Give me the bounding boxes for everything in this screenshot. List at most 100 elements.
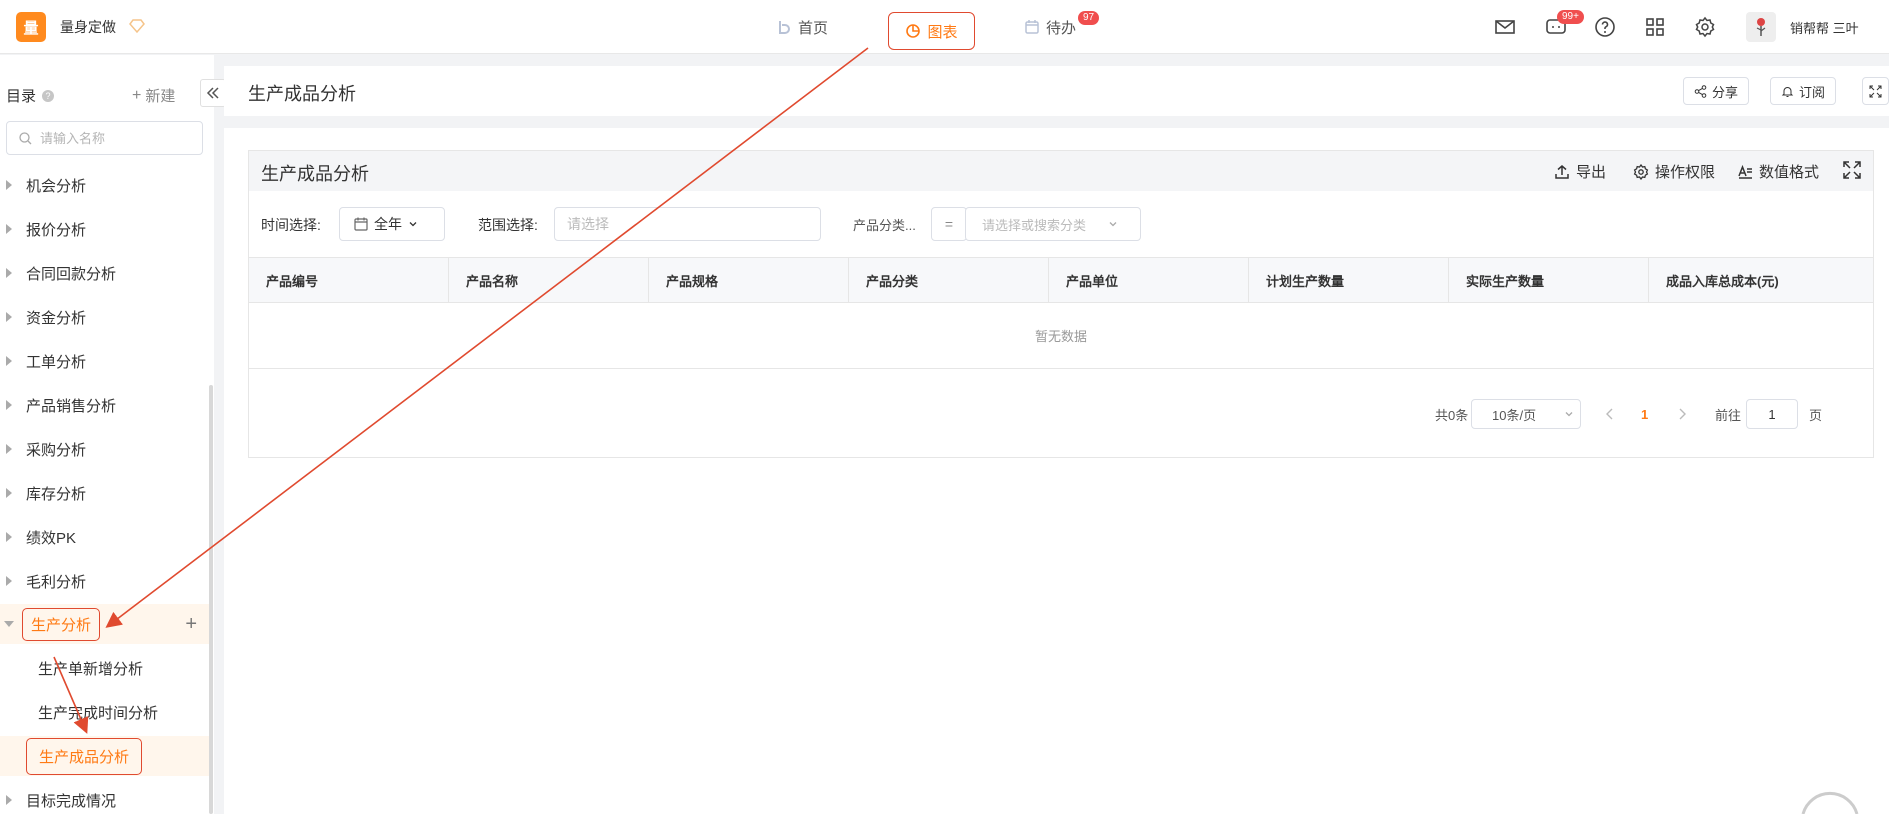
- tree-item-label: 合同回款分析: [26, 265, 117, 283]
- page-size-select[interactable]: 10条/页: [1471, 399, 1581, 429]
- time-select[interactable]: 全年: [339, 207, 445, 241]
- todo-badge: 97: [1078, 11, 1100, 25]
- column-header[interactable]: 成品入库总成本(元): [1649, 258, 1873, 302]
- permission-label: 操作权限: [1655, 164, 1716, 181]
- column-header[interactable]: 产品分类: [849, 258, 1049, 302]
- apps-button[interactable]: [1644, 16, 1666, 38]
- collapse-sidebar-button[interactable]: [200, 79, 226, 107]
- column-header[interactable]: 产品单位: [1049, 258, 1249, 302]
- tree-item-label: 毛利分析: [26, 573, 87, 591]
- tree-item[interactable]: 目标完成情况: [0, 780, 209, 814]
- app-title[interactable]: 量身定做: [60, 17, 116, 37]
- new-button[interactable]: + 新建: [132, 85, 175, 106]
- user-name[interactable]: 销帮帮 三叶: [1790, 18, 1859, 37]
- sidebar: 目录 ? + 新建 机会分析 报价分析 合同回款分析 资金分析 工单分析 产品销…: [0, 55, 226, 814]
- page-unit-label: 页: [1809, 407, 1823, 423]
- app-logo[interactable]: 量: [16, 12, 46, 42]
- settings-button[interactable]: [1694, 16, 1716, 38]
- chart-icon: [906, 24, 921, 38]
- card-fullscreen-button[interactable]: [1843, 161, 1861, 179]
- prev-page-button[interactable]: [1605, 399, 1615, 429]
- total-count: 共0条: [1435, 407, 1469, 423]
- report-content: 生产成品分析 导出 操作权限 数值格式 时间选择: 全年 范围选择: 请选择 产…: [224, 128, 1889, 814]
- new-label: 新建: [145, 88, 176, 105]
- nav-home[interactable]: 首页: [776, 15, 828, 39]
- top-bar: 量 量身定做 首页 图表 待办 97 99+ 销帮帮 三叶: [0, 0, 1889, 54]
- avatar[interactable]: [1746, 12, 1776, 42]
- fullscreen-button[interactable]: [1862, 77, 1889, 105]
- caret-right-icon: [6, 576, 12, 586]
- help-icon: [1595, 17, 1615, 37]
- nav-todo[interactable]: 待办 97: [1024, 11, 1100, 39]
- column-header[interactable]: 产品规格: [649, 258, 849, 302]
- nav-home-label: 首页: [798, 19, 829, 37]
- column-header[interactable]: 实际生产数量: [1449, 258, 1649, 302]
- catalog-header: 目录 ?: [6, 85, 55, 106]
- category-filter-label: 产品分类...: [853, 218, 916, 233]
- mail-button[interactable]: [1494, 16, 1516, 38]
- caret-right-icon: [6, 532, 12, 542]
- next-page-button[interactable]: [1677, 399, 1687, 429]
- permission-button[interactable]: 操作权限: [1633, 161, 1715, 182]
- tree-child-item[interactable]: 生产单新增分析: [0, 648, 209, 688]
- nav-chart-label: 图表: [927, 23, 958, 41]
- column-header[interactable]: 产品名称: [449, 258, 649, 302]
- calendar-icon: [1025, 20, 1039, 34]
- table-header-row: 产品编号 产品名称 产品规格 产品分类 产品单位 计划生产数量 实际生产数量 成…: [249, 257, 1873, 303]
- caret-right-icon: [6, 444, 12, 454]
- chevron-left-icon: [1606, 408, 1613, 420]
- tree-item[interactable]: 机会分析: [0, 165, 209, 205]
- nav-chart[interactable]: 图表: [888, 12, 975, 50]
- category-select[interactable]: 请选择或搜索分类: [965, 207, 1141, 241]
- tree-item[interactable]: 资金分析: [0, 297, 209, 337]
- caret-right-icon: [6, 268, 12, 278]
- caret-right-icon: [6, 224, 12, 234]
- goto-page-input[interactable]: 1: [1746, 399, 1798, 429]
- column-header[interactable]: 计划生产数量: [1249, 258, 1449, 302]
- subscribe-button[interactable]: 订阅: [1770, 77, 1837, 105]
- category-operator-select[interactable]: =: [931, 207, 967, 241]
- tree-item[interactable]: 报价分析: [0, 209, 209, 249]
- message-button[interactable]: 99+: [1545, 10, 1584, 38]
- column-header[interactable]: 产品编号: [249, 258, 449, 302]
- help-circle-icon[interactable]: ?: [42, 89, 55, 102]
- tree-item[interactable]: 工单分析: [0, 341, 209, 381]
- tree-child-label: 生产单新增分析: [38, 660, 144, 678]
- help-button[interactable]: [1594, 16, 1616, 38]
- tree-item-label: 工单分析: [26, 353, 87, 371]
- pagination: 共0条 10条/页 1 前往 1 页: [249, 399, 1873, 431]
- chevron-right-icon: [1679, 408, 1686, 420]
- tree-item[interactable]: 绩效PK: [0, 517, 209, 557]
- tree-item[interactable]: 毛利分析: [0, 561, 209, 601]
- chevron-down-icon: [409, 222, 417, 227]
- tree-item[interactable]: 合同回款分析: [0, 253, 209, 293]
- tree-child-item[interactable]: 生产完成时间分析: [0, 692, 209, 732]
- upload-icon: [1555, 164, 1569, 179]
- number-format-label: 数值格式: [1759, 164, 1820, 181]
- tree-child-item-active[interactable]: 生产成品分析: [0, 736, 209, 776]
- catalog-title: 目录: [6, 88, 37, 105]
- chevron-down-icon: [1565, 412, 1573, 417]
- sidebar-scrollbar[interactable]: [209, 385, 213, 814]
- caret-right-icon: [6, 488, 12, 498]
- share-button[interactable]: 分享: [1683, 77, 1750, 105]
- page-header: 生产成品分析 分享 订阅: [224, 66, 1889, 116]
- avatar-image-icon: [1756, 18, 1766, 36]
- export-button[interactable]: 导出: [1554, 161, 1606, 182]
- catalog-search-input[interactable]: [40, 130, 190, 146]
- category-select-placeholder: 请选择或搜索分类: [982, 217, 1087, 233]
- tree-item[interactable]: 产品销售分析: [0, 385, 209, 425]
- tree-item-production[interactable]: 生产分析 +: [0, 604, 209, 644]
- range-select[interactable]: 请选择: [554, 207, 821, 241]
- tree-item[interactable]: 库存分析: [0, 473, 209, 513]
- add-child-icon[interactable]: +: [185, 613, 197, 636]
- tree-item[interactable]: 采购分析: [0, 429, 209, 469]
- number-format-button[interactable]: 数值格式: [1737, 161, 1819, 182]
- tree-item-label: 目标完成情况: [26, 792, 117, 810]
- caret-right-icon: [6, 312, 12, 322]
- search-icon: [19, 131, 32, 144]
- current-page[interactable]: 1: [1641, 399, 1648, 429]
- tree-item-label: 绩效PK: [26, 529, 77, 547]
- tree-item-label: 采购分析: [26, 441, 87, 459]
- calendar-icon: [354, 217, 368, 231]
